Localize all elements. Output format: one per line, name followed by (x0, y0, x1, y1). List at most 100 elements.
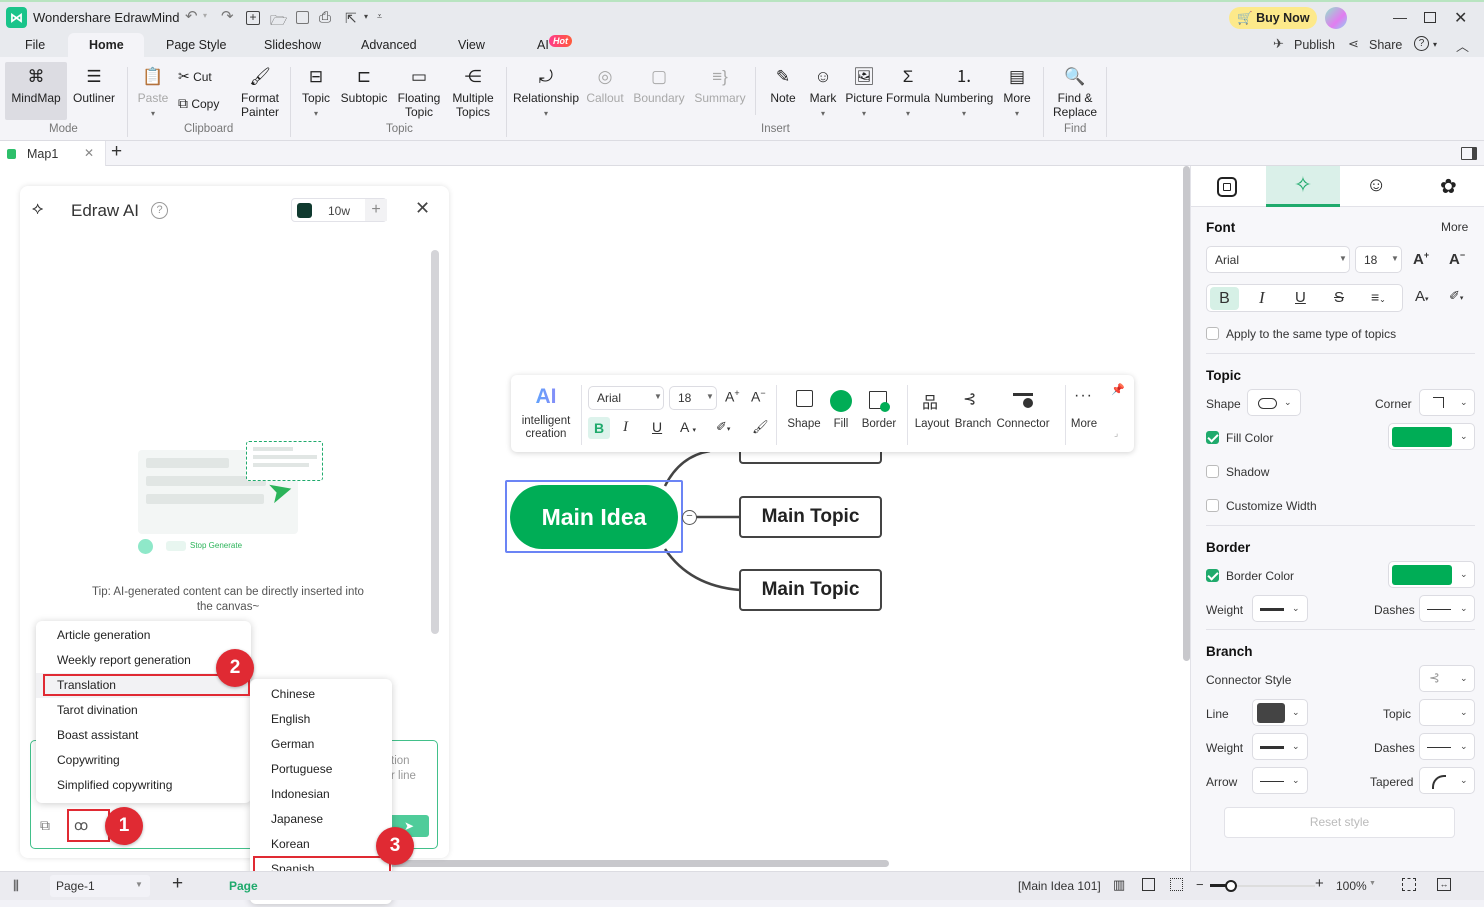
share-button[interactable]: Share (1369, 38, 1402, 52)
fit-width-icon[interactable]: ↔ (1437, 878, 1451, 891)
central-topic[interactable]: Main Idea (510, 485, 678, 549)
bold-button[interactable]: B (1210, 287, 1239, 310)
more-options-icon[interactable]: ··· (1074, 387, 1093, 405)
branch-arrow-dropdown[interactable]: ⌄ (1252, 767, 1308, 794)
italic-button[interactable]: I (623, 419, 628, 436)
subtopic-button[interactable]: ⊏ Subtopic (339, 67, 389, 105)
help-icon[interactable]: ? (1414, 36, 1429, 51)
menu-page-style[interactable]: Page Style (166, 38, 226, 52)
menu-view[interactable]: View (458, 38, 485, 52)
branch-weight-dropdown[interactable]: ⌄ (1252, 733, 1308, 760)
border-button[interactable] (869, 391, 890, 412)
menu-item-simplified-copywriting[interactable]: Simplified copywriting (36, 773, 251, 798)
export-icon[interactable]: ⇱ (345, 10, 357, 27)
close-ai-panel-icon[interactable]: ✕ (415, 198, 430, 219)
zoom-in-icon[interactable]: + (1315, 875, 1324, 892)
intelligent-creation-button[interactable]: AI intelligent creation (517, 385, 575, 441)
strikethrough-button[interactable]: S (1334, 289, 1344, 306)
main-topic-node[interactable]: Main Topic (739, 496, 882, 538)
language-portuguese[interactable]: Portuguese (250, 757, 392, 782)
border-weight-dropdown[interactable]: ⌄ (1252, 595, 1308, 622)
underline-button[interactable]: U (1295, 289, 1306, 306)
increase-font-icon[interactable]: A+ (725, 388, 740, 405)
connector-style-dropdown[interactable]: ⊰ ⌄ (1419, 665, 1475, 692)
align-button[interactable]: ≡⌄ (1371, 289, 1386, 305)
picture-button[interactable]: 🖼 Picture ▾ (844, 67, 884, 121)
bold-button[interactable]: B (588, 417, 610, 439)
menu-item-tarot[interactable]: Tarot divination (36, 698, 251, 723)
menu-item-boast-assistant[interactable]: Boast assistant (36, 723, 251, 748)
add-page-icon[interactable]: + (172, 873, 183, 895)
buy-now-button[interactable]: 🛒 Buy Now (1229, 7, 1317, 29)
menu-ai[interactable]: AI (537, 38, 549, 52)
branch-dashes-dropdown[interactable]: ⌄ (1419, 733, 1475, 760)
increase-font-icon[interactable]: A+ (1413, 250, 1429, 268)
branch-topic-dropdown[interactable]: ⌄ (1419, 699, 1475, 726)
underline-button[interactable]: U (652, 419, 662, 435)
zoom-slider-handle[interactable] (1225, 880, 1237, 892)
font-family-dropdown[interactable]: Arial ▼ (1206, 246, 1350, 273)
horizontal-scrollbar[interactable] (388, 860, 889, 867)
numbering-button[interactable]: ⒈ Numbering ▾ (933, 67, 995, 121)
new-icon[interactable]: + (246, 11, 260, 25)
redo-icon[interactable]: ↷ (221, 7, 234, 25)
format-painter-button[interactable]: 🖌 Format Painter (236, 67, 284, 119)
apply-same-type-checkbox[interactable] (1206, 327, 1219, 340)
panel-tab-style[interactable]: ✧ (1266, 166, 1340, 207)
decrease-font-icon[interactable]: A− (1449, 250, 1465, 268)
topic-corner-dropdown[interactable]: ⌄ (1419, 389, 1475, 416)
zoom-slider[interactable] (1210, 880, 1315, 892)
relationship-button[interactable]: ⤾ Relationship ▾ (512, 67, 580, 121)
branch-tapered-dropdown[interactable]: ⌄ (1419, 767, 1475, 794)
layout-icon[interactable]: 品 (922, 389, 938, 413)
fill-button[interactable] (830, 390, 852, 412)
copy-button[interactable]: ⧉ Copy (178, 96, 219, 111)
customize-width-checkbox[interactable] (1206, 499, 1219, 512)
fit-window-icon[interactable] (1170, 878, 1183, 891)
fill-color-dropdown[interactable]: ⌄ (1388, 423, 1475, 450)
highlight-button[interactable]: ✐▾ (716, 419, 730, 435)
ai-panel-scrollbar[interactable] (431, 250, 439, 634)
border-dashes-dropdown[interactable]: ⌄ (1419, 595, 1475, 622)
page-list-icon[interactable]: ⫼ (13, 878, 19, 894)
cut-button[interactable]: ✂ Cut (178, 69, 212, 84)
menu-advanced[interactable]: Advanced (361, 38, 417, 52)
zoom-dropdown-icon[interactable]: ▼ (1369, 880, 1376, 887)
topic-shape-dropdown[interactable]: ⌄ (1247, 389, 1301, 416)
font-color-button[interactable]: A▾ (1415, 288, 1429, 305)
mark-button[interactable]: ☺ Mark ▾ (806, 67, 840, 121)
menu-item-copywriting[interactable]: Copywriting (36, 748, 251, 773)
fill-color-checkbox[interactable] (1206, 431, 1219, 444)
branch-icon[interactable]: ⊰ (963, 389, 976, 409)
topic-button[interactable]: ⊟ Topic ▾ (298, 67, 334, 121)
boundary-button[interactable]: ▢ Boundary (631, 67, 687, 105)
publish-icon[interactable]: ✈ (1273, 36, 1284, 52)
vertical-scrollbar[interactable] (1183, 166, 1190, 661)
close-tab-icon[interactable]: ✕ (84, 146, 94, 160)
branch-line-color-dropdown[interactable]: ⌄ (1252, 699, 1308, 726)
zoom-out-icon[interactable]: − (1196, 877, 1204, 892)
font-size-dropdown[interactable]: 18 ▼ (1355, 246, 1402, 273)
language-chinese[interactable]: Chinese (250, 682, 392, 707)
panel-tab-mark[interactable]: ☺ (1366, 174, 1386, 197)
menu-file[interactable]: File (25, 38, 45, 52)
paste-button[interactable]: 📋 Paste ▾ (135, 67, 171, 121)
doc-tab-map1[interactable]: Map1 ✕ (0, 141, 106, 166)
minimize-icon[interactable]: — (1393, 9, 1407, 25)
menu-slideshow[interactable]: Slideshow (264, 38, 321, 52)
add-credits-button[interactable]: + (365, 199, 387, 221)
print-icon[interactable]: ⎙ (319, 9, 331, 26)
new-tab-icon[interactable]: + (111, 141, 122, 163)
language-japanese[interactable]: Japanese (250, 807, 392, 832)
highlight-color-button[interactable]: ✐▾ (1449, 288, 1463, 304)
menu-item-article-generation[interactable]: Article generation (36, 623, 251, 648)
note-button[interactable]: ✎ Note (766, 67, 800, 105)
main-topic-node[interactable]: Main Topic (739, 569, 882, 611)
outliner-mode[interactable]: ☰ Outliner (68, 67, 120, 105)
callout-button[interactable]: ◎ Callout (583, 67, 627, 105)
mindmap-mode[interactable]: ⌘ MindMap (7, 67, 65, 105)
page-tab[interactable]: Page (229, 879, 258, 893)
formula-button[interactable]: Σ Formula ▾ (886, 67, 930, 121)
format-painter-icon[interactable]: 🖌 (752, 419, 769, 435)
fit-page-icon[interactable] (1142, 878, 1155, 891)
